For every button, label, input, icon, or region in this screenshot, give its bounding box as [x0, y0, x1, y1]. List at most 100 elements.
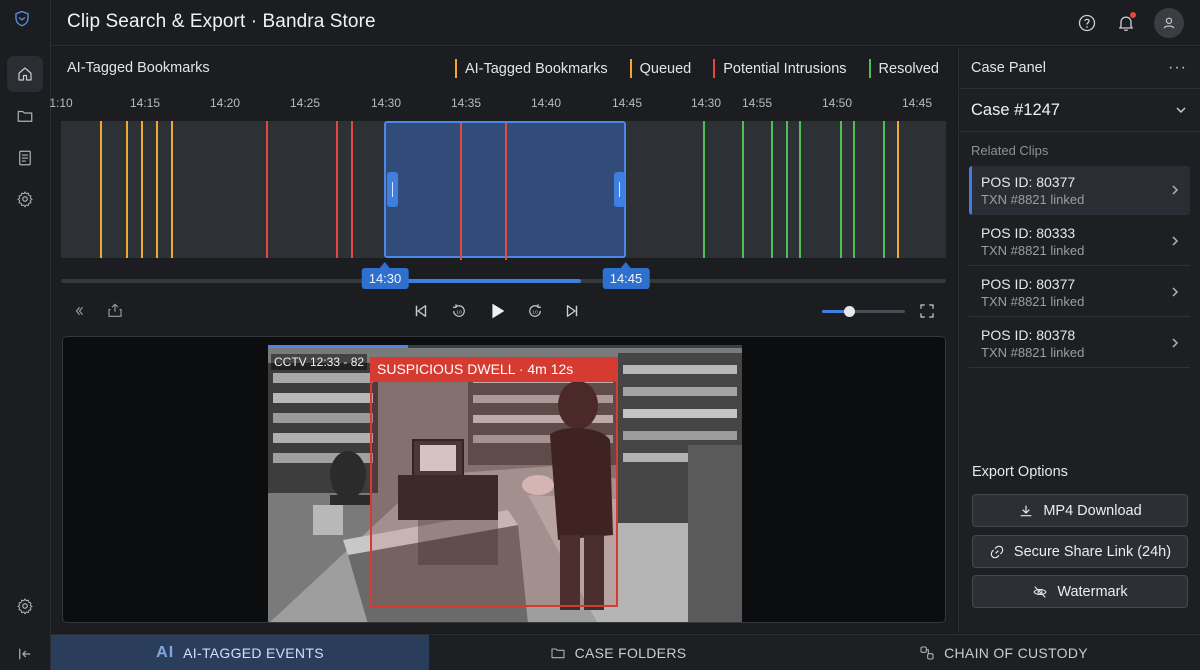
video-progress-fill [268, 345, 408, 348]
intrusion-marker[interactable] [505, 123, 507, 260]
skip-end-icon[interactable] [560, 299, 584, 323]
settings-icon[interactable] [7, 181, 43, 217]
case-panel-header: Case Panel ··· [959, 47, 1200, 89]
rewind-10-icon[interactable]: 10 [447, 299, 471, 323]
intrusion-marker[interactable] [336, 121, 338, 258]
tab-label: AI-TAGGED EVENTS [183, 645, 324, 661]
clip-pos-id: POS ID: 80378 [981, 327, 1076, 343]
tick-label: 14:15 [129, 96, 161, 110]
eye-off-icon [1033, 585, 1047, 598]
bookmark-marker[interactable] [156, 121, 158, 258]
svg-text:10: 10 [456, 309, 462, 315]
download-icon [1020, 505, 1032, 516]
resolved-marker[interactable] [799, 121, 801, 258]
resolved-marker[interactable] [786, 121, 788, 258]
document-icon[interactable] [7, 140, 43, 176]
case-label: Case #1247 [971, 101, 1060, 119]
shield-logo-icon [13, 10, 37, 34]
clip-item[interactable]: POS ID: 80333 TXN #8821 linked [969, 217, 1190, 266]
case-selector[interactable]: Case #1247 [959, 90, 1200, 132]
legend-ai-tagged[interactable]: AI-Tagged Bookmarks [454, 59, 608, 78]
chevron-right-icon [1172, 287, 1179, 297]
bookmark-marker[interactable] [126, 121, 128, 258]
forward-10-icon[interactable]: 10 [523, 299, 547, 323]
detection-label: SUSPICIOUS DWELL · 4m 12s [370, 357, 618, 382]
related-clips-label: Related Clips [971, 143, 1049, 158]
resolved-marker[interactable] [840, 121, 842, 258]
scrub-range-fill [391, 279, 581, 283]
page-title: Clip Search & Export · Bandra Store [67, 11, 376, 32]
fullscreen-icon[interactable] [915, 299, 939, 323]
intrusion-marker[interactable] [460, 123, 462, 260]
resolved-marker[interactable] [742, 121, 744, 258]
tick-label: 14:30 [690, 96, 722, 110]
tab-label: CHAIN OF CUSTODY [944, 645, 1088, 661]
legend-potential-intrusions[interactable]: Potential Intrusions [713, 59, 847, 78]
clip-txn: TXN #8821 linked [981, 345, 1085, 360]
legend-label: Potential Intrusions [723, 60, 847, 77]
notification-bell-icon[interactable] [1111, 8, 1141, 38]
resolved-marker[interactable] [703, 121, 705, 258]
player-controls: 10 10 [51, 297, 957, 325]
video-player[interactable]: CCTV 12:33 - 82 SUSPICIOUS DWELL · 4m 12… [62, 336, 946, 623]
secure-share-label: Secure Share Link (24h) [1013, 543, 1172, 560]
bottom-tabs: AI AI-TAGGED EVENTS CASE FOLDERS CHAIN O… [51, 634, 1200, 670]
tick-label: 14:45 [901, 96, 933, 110]
range-end-time: 14:45 [602, 262, 650, 289]
link-icon [990, 545, 1004, 558]
intrusion-marker[interactable] [266, 121, 268, 258]
tab-label: CASE FOLDERS [574, 645, 687, 661]
tab-ai-tagged-events[interactable]: AI AI-TAGGED EVENTS [51, 635, 429, 670]
legend-queued[interactable]: Queued [629, 59, 691, 78]
clip-txn: TXN #8821 linked [981, 294, 1085, 309]
intrusion-marker[interactable] [351, 121, 353, 258]
clip-item[interactable]: POS ID: 80378 TXN #8821 linked [969, 319, 1190, 368]
timeline-ticks: 1:10 14:15 14:20 14:25 14:30 14:35 14:40… [49, 96, 946, 112]
tab-chain-of-custody[interactable]: CHAIN OF CUSTODY [807, 635, 1200, 670]
case-panel: Case Panel ··· Case #1247 Related Clips … [958, 47, 1200, 633]
main-area: AI-Tagged Bookmarks AI-Tagged Bookmarks … [49, 47, 957, 633]
resolved-marker[interactable] [771, 121, 773, 258]
legend-swatch [629, 59, 632, 78]
range-start-handle[interactable] [387, 172, 398, 207]
bookmark-marker[interactable] [171, 121, 173, 258]
legend-resolved[interactable]: Resolved [868, 59, 939, 78]
volume-knob[interactable] [844, 306, 855, 317]
bookmark-marker[interactable] [897, 121, 899, 258]
detection-box[interactable] [370, 357, 618, 607]
watermark-button[interactable]: Watermark [972, 575, 1188, 608]
clip-pos-id: POS ID: 80333 [981, 225, 1076, 241]
skip-start-icon[interactable] [409, 299, 433, 323]
bottom-settings-icon[interactable] [7, 588, 43, 624]
user-avatar[interactable] [1154, 8, 1184, 38]
resolved-marker[interactable] [883, 121, 885, 258]
tab-case-folders[interactable]: CASE FOLDERS [429, 635, 807, 670]
resolved-marker[interactable] [853, 121, 855, 258]
tick-label: 1:10 [49, 96, 73, 110]
ai-icon: AI [156, 644, 175, 661]
range-end-handle[interactable] [614, 172, 625, 207]
help-icon[interactable] [1072, 8, 1102, 38]
mp4-download-button[interactable]: MP4 Download [972, 494, 1188, 527]
bookmark-timeline[interactable] [61, 121, 946, 260]
folder-icon[interactable] [7, 98, 43, 134]
more-options-icon[interactable]: ··· [1168, 59, 1187, 77]
home-icon[interactable] [7, 56, 43, 92]
selection-range[interactable] [384, 121, 626, 260]
bookmark-marker[interactable] [100, 121, 102, 258]
clip-pos-id: POS ID: 80377 [981, 174, 1076, 190]
range-start-time: 14:30 [361, 262, 409, 289]
tick-label: 14:20 [209, 96, 241, 110]
bookmark-marker[interactable] [141, 121, 143, 258]
collapse-icon[interactable] [7, 636, 43, 670]
legend-swatch [868, 59, 871, 78]
secure-share-link-button[interactable]: Secure Share Link (24h) [972, 535, 1188, 568]
clip-item[interactable]: POS ID: 80377 TXN #8821 linked [969, 268, 1190, 317]
play-button[interactable] [485, 299, 509, 323]
app-header: Clip Search & Export · Bandra Store [51, 0, 1200, 46]
cctv-frame[interactable]: CCTV 12:33 - 82 SUSPICIOUS DWELL · 4m 12… [268, 345, 742, 622]
zoom-in-timeline-icon[interactable] [69, 299, 93, 323]
clip-item[interactable]: POS ID: 80377 TXN #8821 linked [969, 166, 1190, 215]
legend-swatch [713, 59, 716, 78]
export-clip-icon[interactable] [103, 299, 127, 323]
